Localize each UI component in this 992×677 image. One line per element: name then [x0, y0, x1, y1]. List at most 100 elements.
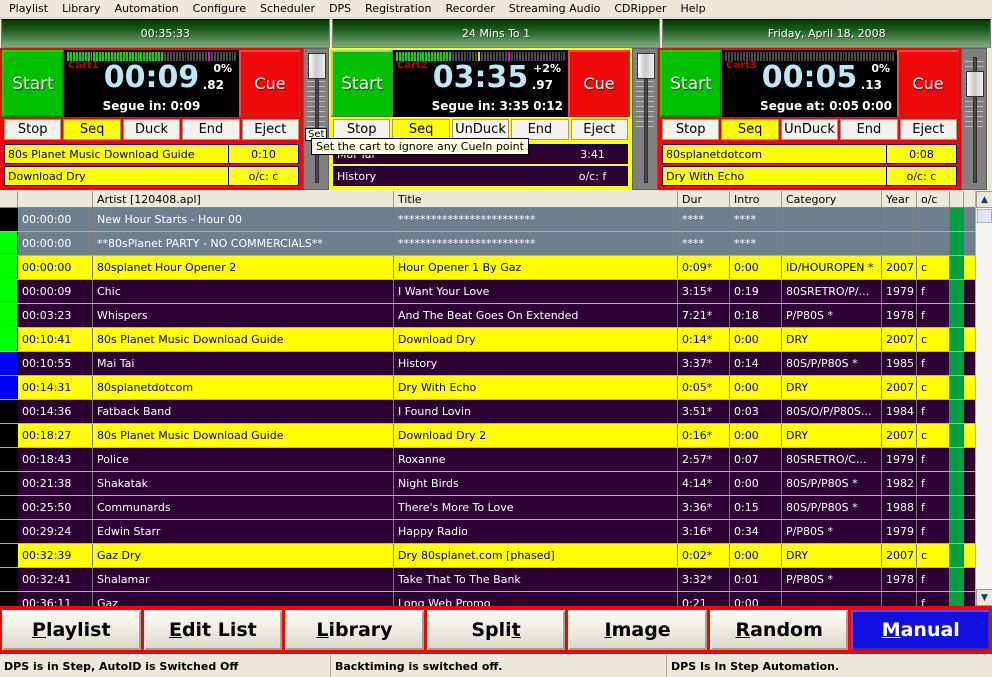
cell-time: 00:32:41 — [18, 568, 93, 591]
column-header-title[interactable]: Title — [394, 191, 678, 207]
row-status-flag — [0, 544, 18, 567]
table-row[interactable]: 00:10:41 80s Planet Music Download Guide D… — [0, 328, 992, 352]
fader-thumb[interactable] — [966, 71, 984, 97]
eject-button-cart1[interactable]: Eject — [241, 119, 300, 140]
cell-dur: 0:14* — [678, 328, 730, 351]
menu-item-dps[interactable]: DPS — [322, 1, 358, 16]
cell-category: 80S/O/P/P80S... — [782, 400, 882, 423]
stop-button-cart3[interactable]: Stop — [662, 119, 720, 140]
pitch-value-cart1: .82 — [202, 78, 224, 92]
cell-year: 1979 — [882, 520, 917, 543]
menu-item-help[interactable]: Help — [673, 1, 712, 16]
start-button-cart2[interactable]: Start — [331, 50, 393, 118]
table-row[interactable]: 00:00:09 Chic I Want Your Love 3:15* 0:19 80S… — [0, 280, 992, 304]
playlist-grid-body[interactable]: 00:00:00 New Hour Starts - Hour 00 *******… — [0, 208, 992, 606]
cell-category: 80SRETRO/P/... — [782, 280, 882, 303]
start-button-cart1[interactable]: Start — [2, 50, 64, 118]
column-header-status[interactable] — [950, 191, 964, 207]
column-header-oc[interactable]: o/c — [917, 191, 950, 207]
table-row[interactable]: 00:25:50 Communards There's More To Love 3:… — [0, 496, 992, 520]
scroll-down-icon[interactable]: ▼ — [976, 589, 992, 606]
table-row[interactable]: 00:14:31 80splanetdotcom Dry With Echo 0:05… — [0, 376, 992, 400]
table-row[interactable]: 00:00:00 80splanet Hour Opener 2 Hour Open… — [0, 256, 992, 280]
menu-item-automation[interactable]: Automation — [108, 1, 186, 16]
cell-title: Dry With Echo — [394, 376, 678, 399]
edit-list-button[interactable]: Edit List — [143, 610, 283, 650]
row-ready-indicator — [950, 424, 964, 447]
start-button-cart3[interactable]: Start — [660, 50, 722, 118]
playlist-scrollbar[interactable]: ▲ ▼ — [975, 191, 992, 606]
stop-button-cart1[interactable]: Stop — [4, 119, 62, 140]
split-button[interactable]: Split — [426, 610, 566, 650]
seq-button-cart3[interactable]: Seq — [721, 119, 779, 140]
table-row[interactable]: 00:10:55 Mai Tai History 3:37* 0:14 80S/P/P80… — [0, 352, 992, 376]
column-header-artist[interactable]: Artist [120408.apl] — [93, 191, 394, 207]
column-header-category[interactable]: Category — [782, 191, 882, 207]
menu-item-streaming-audio[interactable]: Streaming Audio — [502, 1, 608, 16]
cell-title: Hour Opener 1 By Gaz — [394, 256, 678, 279]
scrollbar-thumb[interactable] — [977, 209, 992, 223]
column-header-year[interactable]: Year — [882, 191, 917, 207]
image-button[interactable]: Image — [568, 610, 707, 650]
playlist-button[interactable]: Playlist — [2, 610, 141, 650]
cue-button-cart3[interactable]: Cue — [897, 50, 959, 118]
menu-item-scheduler[interactable]: Scheduler — [253, 1, 322, 16]
cell-title: Download Dry 2 — [394, 424, 678, 447]
table-row[interactable]: 00:21:38 Shakatak Night Birds 4:14* 0:00 80S/… — [0, 472, 992, 496]
scroll-up-icon[interactable]: ▲ — [976, 191, 992, 208]
menu-item-recorder[interactable]: Recorder — [439, 1, 502, 16]
table-row[interactable]: 00:29:24 Edwin Starr Happy Radio 3:16* 0:34 P… — [0, 520, 992, 544]
fader-thumb[interactable] — [637, 53, 655, 79]
eject-button-cart3[interactable]: Eject — [899, 119, 958, 140]
column-header-time[interactable] — [18, 191, 93, 207]
cell-artist: Shalamar — [93, 568, 394, 591]
seq-button-cart1[interactable]: Seq — [63, 119, 121, 140]
volume-fader-cart3[interactable] — [961, 48, 987, 190]
cell-intro: 0:00 — [730, 256, 782, 279]
seq-button-cart2[interactable]: Seq — [392, 119, 450, 140]
menu-item-registration[interactable]: Registration — [358, 1, 438, 16]
row-ready-indicator — [950, 232, 964, 255]
column-header-intro[interactable]: Intro — [730, 191, 782, 207]
unduck-button-cart3[interactable]: UnDuck — [780, 119, 839, 140]
table-row[interactable]: 00:32:39 Gaz Dry Dry 80splanet.com [phased… — [0, 544, 992, 568]
column-header-flag[interactable] — [0, 191, 18, 207]
volume-fader-cart1[interactable]: Set — [303, 48, 329, 190]
table-row[interactable]: 00:36:11 Gaz Long Web Promo 0:21 0:00 f — [0, 592, 992, 606]
table-row[interactable]: 00:32:41 Shalamar Take That To The Bank 3:3… — [0, 568, 992, 592]
table-row[interactable]: 00:18:43 Police Roxanne 2:57* 0:07 80SRETRO/C… — [0, 448, 992, 472]
stop-button-cart2[interactable]: Stop — [333, 119, 391, 140]
manual-button[interactable]: Manual — [851, 610, 991, 650]
table-row[interactable]: 00:03:23 Whispers And The Beat Goes On Ext… — [0, 304, 992, 328]
fader-thumb[interactable] — [308, 53, 326, 79]
table-row[interactable]: 00:14:36 Fatback Band I Found Lovin 3:51* 0:… — [0, 400, 992, 424]
table-row[interactable]: 00:00:00 **80sPlanet PARTY - NO COMMERCIA… — [0, 232, 992, 256]
unduck-button-cart2[interactable]: UnDuck — [451, 119, 510, 140]
table-row[interactable]: 00:00:00 New Hour Starts - Hour 00 *******… — [0, 208, 992, 232]
column-header-dur[interactable]: Dur — [678, 191, 730, 207]
end-button-cart2[interactable]: End — [511, 119, 569, 140]
menu-item-playlist[interactable]: Playlist — [2, 1, 55, 16]
duck-button-cart1[interactable]: Duck — [122, 119, 181, 140]
menu-item-configure[interactable]: Configure — [186, 1, 253, 16]
cue-button-cart2[interactable]: Cue — [568, 50, 630, 118]
menu-item-cdripper[interactable]: CDRipper — [607, 1, 673, 16]
time-display-cart1: Cart1 00:09 Segue in: 0:09 0% .82 — [64, 50, 239, 118]
library-button[interactable]: Library — [285, 610, 424, 650]
end-button-cart1[interactable]: End — [182, 119, 240, 140]
row-status-flag — [0, 208, 18, 231]
cell-artist: 80s Planet Music Download Guide — [93, 328, 394, 351]
volume-fader-cart2[interactable] — [632, 48, 658, 190]
cell-intro: 0:00 — [730, 544, 782, 567]
cue-button-cart1[interactable]: Cue — [239, 50, 301, 118]
cell-oc: c — [917, 424, 950, 447]
menu-item-library[interactable]: Library — [55, 1, 107, 16]
cell-artist: **80sPlanet PARTY - NO COMMERCIALS** — [93, 232, 394, 255]
cell-oc: f — [917, 280, 950, 303]
eject-button-cart2[interactable]: Eject — [570, 119, 629, 140]
row-status-flag — [0, 568, 18, 591]
random-button[interactable]: Random — [709, 610, 849, 650]
row-status-flag — [0, 520, 18, 543]
table-row[interactable]: 00:18:27 80s Planet Music Download Guide D… — [0, 424, 992, 448]
end-button-cart3[interactable]: End — [840, 119, 898, 140]
